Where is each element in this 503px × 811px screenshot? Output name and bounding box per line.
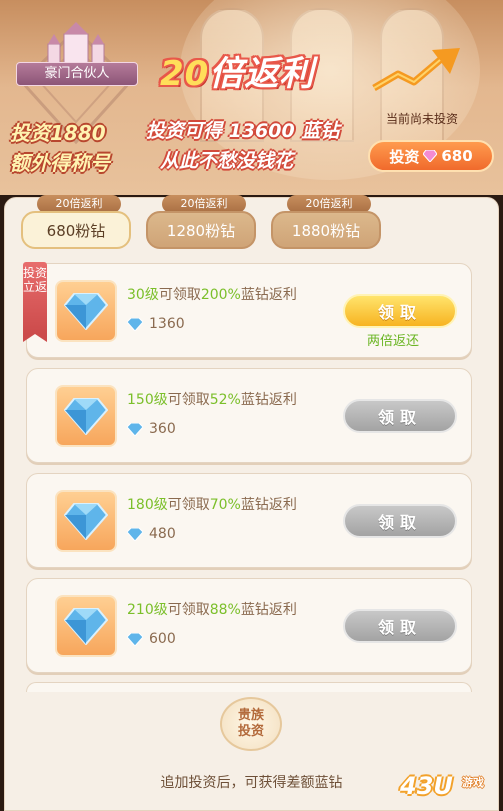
reward-amount: 600 (127, 631, 176, 647)
invest-button-value: 680 (441, 147, 473, 165)
tab-label: 1880粉钻 (291, 221, 361, 240)
reward-amount-value: 600 (149, 631, 176, 647)
diamond-icon (64, 398, 108, 435)
req-percent: 52% (209, 392, 241, 408)
tab-1280[interactable]: 1280粉钻 (146, 211, 256, 249)
invest-button-label: 投资 (389, 147, 420, 166)
reward-requirement: 180级可领取70%蓝钻返利 (127, 494, 297, 514)
req-mid: 可领取 (167, 392, 210, 408)
req-percent: 200% (200, 287, 241, 303)
title-multiplier: 20 (160, 54, 210, 94)
req-level: 30级 (127, 287, 159, 303)
watermark-sub: 游戏 (462, 776, 484, 789)
watermark-logo: 43U (400, 772, 453, 800)
diamond-icon (127, 317, 143, 331)
reward-amount: 480 (127, 526, 176, 542)
diamond-icon (64, 293, 108, 330)
extra-title-line: 额外得称号 (10, 151, 110, 175)
reward-gem-box (55, 490, 117, 552)
claim-button-disabled[interactable]: 领取 (343, 609, 457, 643)
req-level: 180级 (127, 497, 168, 513)
diamond-icon (64, 503, 108, 540)
reward-amount-value: 360 (149, 421, 176, 437)
tab-label: 680粉钻 (46, 221, 106, 240)
rising-arrow-icon (372, 48, 460, 92)
invest-button[interactable]: 投资 680 (368, 140, 494, 172)
tab-680[interactable]: 680粉钻 (21, 211, 131, 249)
reward-card: 投资立返 30级可领取200%蓝钻返利 1360 领取 两倍返还 (23, 262, 472, 358)
diamond-icon (127, 527, 143, 541)
banner-title: 20倍返利 (160, 46, 314, 95)
emblem-label: 豪门合伙人 (16, 62, 138, 86)
reward-requirement: 30级可领取200%蓝钻返利 (127, 284, 297, 304)
req-tail: 蓝钻返利 (240, 392, 297, 408)
reward-gem-box (55, 595, 117, 657)
slogan-line-1: 投资可得 13600 蓝钻 (146, 120, 340, 142)
diamond-icon (127, 422, 143, 436)
reward-amount: 360 (127, 421, 176, 437)
tab-label: 1280粉钻 (166, 221, 236, 240)
diamond-icon (127, 632, 143, 646)
req-mid: 可领取 (167, 497, 210, 513)
claim-note: 两倍返还 (367, 334, 420, 349)
claim-button-disabled[interactable]: 领取 (343, 399, 457, 433)
claim-button[interactable]: 领取 (343, 294, 457, 328)
reward-card: 210级可领取88%蓝钻返利 600 领取 (26, 578, 472, 673)
next-card-peek (26, 682, 472, 692)
reward-amount: 1360 (127, 316, 185, 332)
req-level: 210级 (127, 602, 168, 618)
reward-gem-box (55, 385, 117, 447)
req-tail: 蓝钻返利 (240, 602, 297, 618)
claim-button-disabled[interactable]: 领取 (343, 504, 457, 538)
reward-requirement: 210级可领取88%蓝钻返利 (127, 599, 297, 619)
noble-invest-button[interactable]: 贵族投资 (220, 697, 282, 751)
req-tail: 蓝钻返利 (240, 287, 297, 303)
req-mid: 可领取 (158, 287, 201, 303)
reward-amount-value: 480 (149, 526, 176, 542)
req-tail: 蓝钻返利 (240, 497, 297, 513)
app-root: 豪门合伙人 20倍返利 投资1880 额外得称号 投资可得 13600 蓝钻 从… (0, 0, 503, 811)
instant-return-ribbon: 投资立返 (23, 262, 47, 342)
pink-diamond-icon (423, 150, 438, 162)
diamond-icon (64, 608, 108, 645)
reward-card: 150级可领取52%蓝钻返利 360 领取 (26, 368, 472, 463)
reward-amount-value: 1360 (149, 316, 185, 332)
req-level: 150级 (127, 392, 168, 408)
invest-status: 当前尚未投资 (386, 112, 459, 126)
invest-amount-text: 投资1880 额外得称号 (10, 118, 110, 178)
req-percent: 88% (209, 602, 241, 618)
slogan-line-2: 从此不愁没钱花 (160, 150, 294, 172)
invest-amount-line: 投资1880 (10, 121, 106, 145)
reward-card: 180级可领取70%蓝钻返利 480 领取 (26, 473, 472, 568)
req-percent: 70% (209, 497, 241, 513)
req-mid: 可领取 (167, 602, 210, 618)
tab-1880[interactable]: 1880粉钻 (271, 211, 381, 249)
title-text: 倍返利 (209, 54, 315, 94)
reward-gem-box (55, 280, 117, 342)
reward-requirement: 150级可领取52%蓝钻返利 (127, 389, 297, 409)
